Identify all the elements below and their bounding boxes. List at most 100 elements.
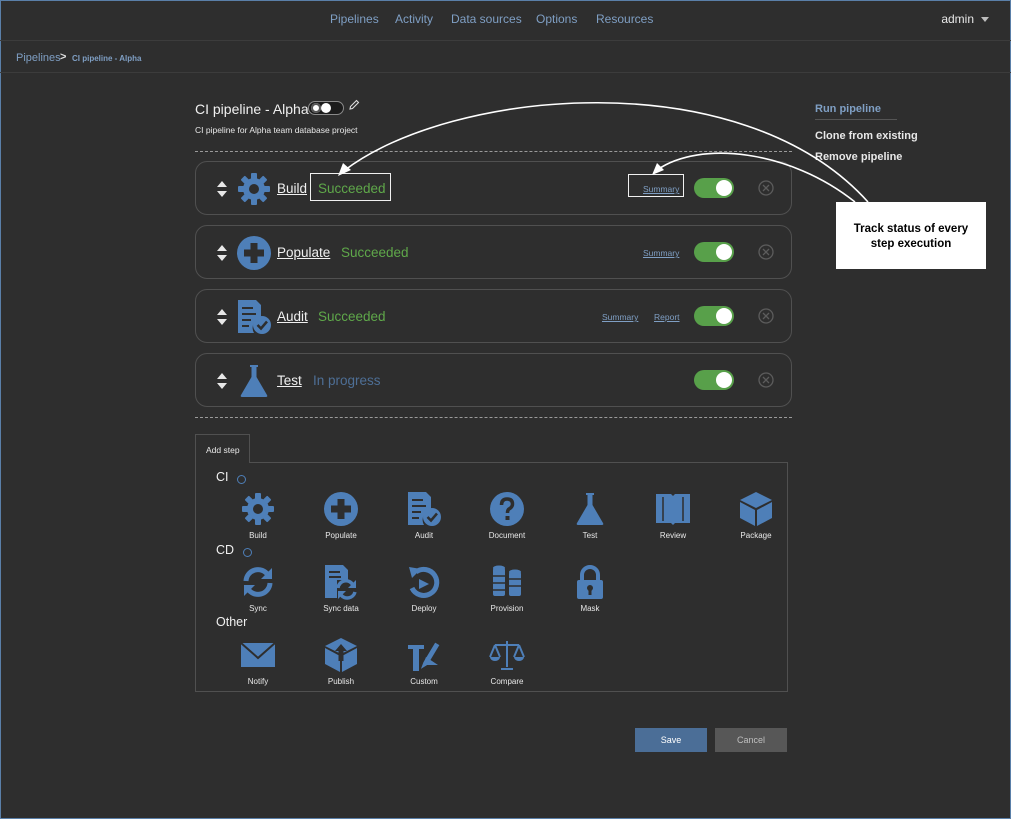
breadcrumb-current: CI pipeline - Alpha (72, 54, 142, 63)
clone-pipeline-link[interactable]: Clone from existing (815, 130, 918, 142)
step-enabled-toggle[interactable] (694, 178, 734, 198)
category-ci: CI (216, 470, 229, 484)
tile-label: Custom (410, 677, 438, 686)
add-step-sync-data[interactable]: Sync data (301, 564, 381, 620)
publish-icon (325, 638, 357, 672)
divider (815, 119, 897, 120)
step-status: In progress (313, 373, 381, 388)
step-card-test: Test In progress (195, 353, 792, 407)
step-name[interactable]: Test (277, 373, 302, 388)
step-name[interactable]: Audit (277, 309, 308, 324)
run-pipeline-link[interactable]: Run pipeline (815, 103, 881, 115)
sync-data-icon (325, 565, 357, 600)
save-button[interactable]: Save (635, 728, 707, 752)
add-step-audit[interactable]: Audit (384, 491, 464, 547)
add-step-review[interactable]: Review (633, 491, 713, 547)
callout-line: step execution (870, 238, 952, 250)
step-enabled-toggle[interactable] (694, 370, 734, 390)
add-step-test[interactable]: Test (550, 491, 630, 547)
custom-icon (408, 641, 441, 672)
report-link[interactable]: Report (654, 312, 680, 322)
step-enabled-toggle[interactable] (694, 242, 734, 262)
nav-resources[interactable]: Resources (596, 12, 653, 26)
tab-add-step[interactable]: Add step (195, 434, 250, 463)
pencil-icon[interactable] (348, 99, 360, 111)
divider (195, 417, 792, 418)
step-status: Succeeded (318, 309, 386, 324)
breadcrumb-pipelines[interactable]: Pipelines (16, 52, 61, 64)
remove-pipeline-link[interactable]: Remove pipeline (815, 151, 902, 163)
callout-line: Track status of every (853, 223, 969, 235)
remove-circle-icon[interactable] (758, 308, 774, 324)
toggle-knob (321, 103, 331, 113)
sync-icon (243, 567, 273, 597)
info-icon[interactable] (237, 475, 246, 484)
scales-icon (489, 641, 525, 670)
sort-arrows-icon[interactable] (216, 308, 228, 326)
breadcrumb-separator: > (60, 51, 67, 63)
window-frame (0, 0, 1011, 819)
divider (195, 151, 792, 152)
deploy-icon (409, 566, 440, 598)
add-step-sync[interactable]: Sync (218, 564, 298, 620)
flask-icon (576, 493, 604, 525)
step-card-audit: Audit Succeeded Summary Report (195, 289, 792, 343)
add-step-notify[interactable]: Notify (218, 637, 298, 693)
page-title: CI pipeline - Alpha (195, 101, 309, 117)
add-step-provision[interactable]: Provision (467, 564, 547, 620)
tile-label: Build (249, 531, 267, 540)
remove-circle-icon[interactable] (758, 372, 774, 388)
add-step-deploy[interactable]: Deploy (384, 564, 464, 620)
add-step-build[interactable]: Build (218, 491, 298, 547)
tile-label: Deploy (411, 604, 437, 613)
nav-data-sources[interactable]: Data sources (451, 12, 522, 26)
chevron-down-icon (981, 17, 989, 23)
step-status: Succeeded (341, 245, 409, 260)
tile-label: Sync data (323, 604, 359, 613)
sort-arrows-icon[interactable] (216, 372, 228, 390)
add-step-document[interactable]: Document (467, 491, 547, 547)
pipeline-description: CI pipeline for Alpha team database proj… (195, 125, 358, 135)
summary-highlight-box (628, 174, 684, 197)
step-card-build: Build Succeeded Summary (195, 161, 792, 215)
annotation-callout: Track status of every step execution (836, 202, 986, 269)
summary-link[interactable]: Summary (643, 248, 679, 258)
question-circle-icon (490, 492, 524, 526)
lock-icon (577, 565, 603, 599)
tile-label: Test (582, 531, 598, 540)
add-step-publish[interactable]: Publish (301, 637, 381, 693)
sort-arrows-icon[interactable] (216, 244, 228, 262)
info-icon[interactable] (243, 548, 252, 557)
tile-label: Publish (327, 677, 355, 686)
audit-icon (238, 300, 271, 334)
add-step-panel: CI Build Populate Audit Document Test Re… (195, 462, 788, 692)
add-step-mask[interactable]: Mask (550, 564, 630, 620)
sort-arrows-icon[interactable] (216, 180, 228, 198)
nav-activity[interactable]: Activity (395, 12, 433, 26)
tile-label: Sync (249, 604, 267, 613)
nav-options[interactable]: Options (536, 12, 577, 26)
pipeline-active-toggle[interactable] (308, 101, 344, 115)
plus-circle-icon (324, 492, 358, 526)
toggle-knob (716, 372, 732, 388)
step-name[interactable]: Populate (277, 245, 330, 260)
step-name[interactable]: Build (277, 181, 307, 196)
envelope-icon (240, 642, 276, 667)
nav-pipelines[interactable]: Pipelines (330, 12, 379, 26)
tile-label: Compare (490, 677, 524, 686)
tile-label: Review (659, 531, 687, 540)
step-enabled-toggle[interactable] (694, 306, 734, 326)
remove-circle-icon[interactable] (758, 244, 774, 260)
add-step-populate[interactable]: Populate (301, 491, 381, 547)
add-step-compare[interactable]: Compare (467, 637, 547, 693)
add-step-custom[interactable]: Custom (384, 637, 464, 693)
toggle-knob (311, 103, 321, 113)
cancel-button[interactable]: Cancel (715, 728, 787, 752)
book-icon (656, 494, 690, 525)
step-card-populate: Populate Succeeded Summary (195, 225, 792, 279)
tile-label: Populate (325, 531, 357, 540)
add-step-package[interactable]: Package (716, 491, 796, 547)
remove-circle-icon[interactable] (758, 180, 774, 196)
user-menu[interactable]: admin (941, 12, 989, 26)
summary-link[interactable]: Summary (602, 312, 638, 322)
